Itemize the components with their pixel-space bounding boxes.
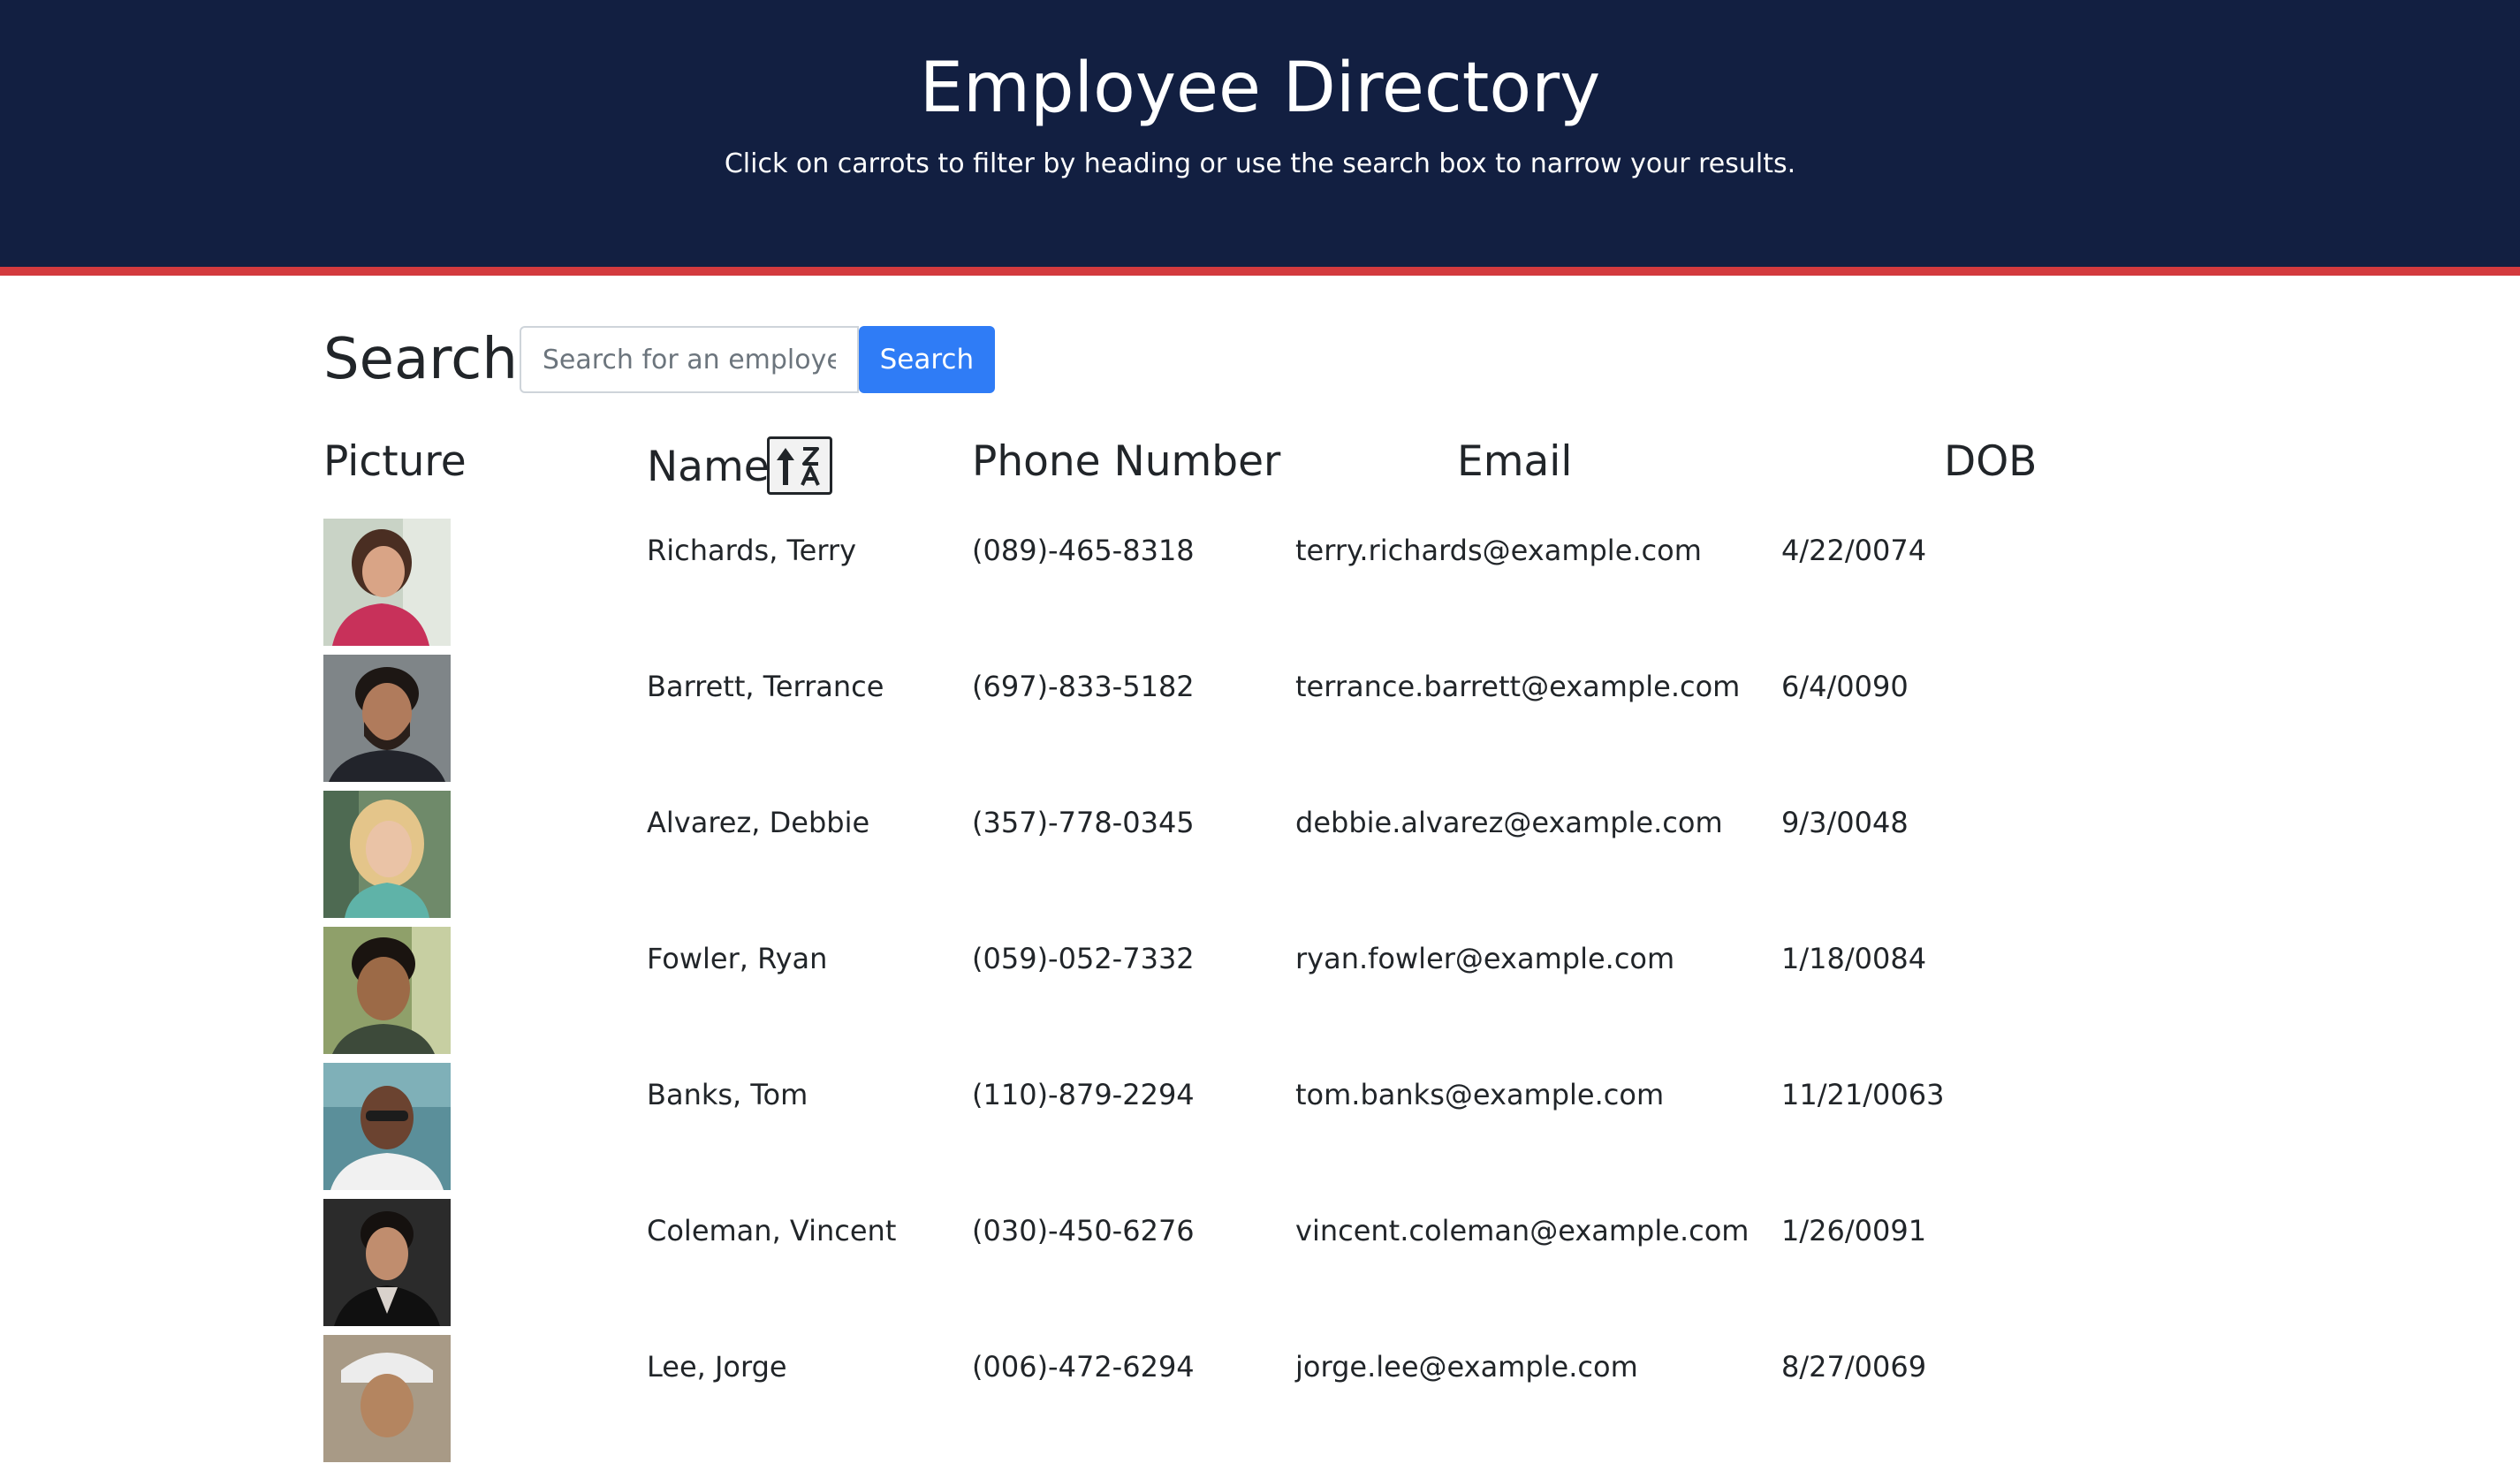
employee-phone: (059)-052-7332 [972,942,1195,975]
employee-name: Fowler, Ryan [647,942,828,975]
employee-phone: (697)-833-5182 [972,670,1195,703]
table-row: Lee, Jorge (006)-472-6294 jorge.lee@exam… [323,1335,2179,1471]
employee-dob: 6/4/0090 [1781,670,1909,703]
column-header-phone: Phone Number [972,437,1281,486]
employee-phone: (357)-778-0345 [972,806,1195,839]
avatar [323,655,451,782]
employee-phone: (030)-450-6276 [972,1214,1195,1247]
table-row: Richards, Terry (089)-465-8318 terry.ric… [323,519,2179,655]
employee-phone: (089)-465-8318 [972,534,1195,567]
employee-name: Alvarez, Debbie [647,806,870,839]
table-row: Coleman, Vincent (030)-450-6276 vincent.… [323,1199,2179,1335]
employee-email: terrance.barrett@example.com [1295,670,1741,703]
table-row: Banks, Tom (110)-879-2294 tom.banks@exam… [323,1063,2179,1199]
search-input[interactable] [519,326,859,393]
employee-name: Coleman, Vincent [647,1214,897,1247]
employee-phone: (110)-879-2294 [972,1078,1195,1111]
avatar [323,791,451,918]
avatar [323,519,451,646]
column-header-picture: Picture [323,437,467,486]
column-header-dob: DOB [1944,437,2038,486]
employee-name: Barrett, Terrance [647,670,884,703]
search-form: Search Search [323,325,995,394]
employee-email: vincent.coleman@example.com [1295,1214,1750,1247]
employee-name: Richards, Terry [647,534,857,567]
avatar [323,1335,451,1462]
avatar [323,1063,451,1190]
table-row: Barrett, Terrance (697)-833-5182 terranc… [323,655,2179,791]
page-title: Employee Directory [919,49,1601,128]
search-label: Search [323,327,518,392]
search-button[interactable]: Search [858,326,995,393]
employee-name: Banks, Tom [647,1078,808,1111]
employee-email: tom.banks@example.com [1295,1078,1665,1111]
employee-dob: 11/21/0063 [1781,1078,1945,1111]
employee-dob: 1/18/0084 [1781,942,1927,975]
employee-name: Lee, Jorge [647,1350,787,1384]
page-header: Employee Directory Click on carrots to f… [0,0,2520,276]
avatar [323,927,451,1054]
sort-alpha-up-icon [777,447,820,486]
employee-email: terry.richards@example.com [1295,534,1702,567]
avatar [323,1199,451,1326]
employee-email: debbie.alvarez@example.com [1295,806,1723,839]
column-header-name: Name [647,443,770,491]
employee-email: ryan.fowler@example.com [1295,942,1675,975]
employee-dob: 4/22/0074 [1781,534,1927,567]
sort-name-button[interactable] [767,436,832,495]
employee-email: jorge.lee@example.com [1295,1350,1638,1384]
employee-dob: 9/3/0048 [1781,806,1909,839]
employee-dob: 8/27/0069 [1781,1350,1927,1384]
page-subtitle: Click on carrots to filter by heading or… [724,148,1796,179]
employee-dob: 1/26/0091 [1781,1214,1927,1247]
column-header-email: Email [1457,437,1573,486]
employee-phone: (006)-472-6294 [972,1350,1195,1384]
table-row: Alvarez, Debbie (357)-778-0345 debbie.al… [323,791,2179,927]
table-row: Fowler, Ryan (059)-052-7332 ryan.fowler@… [323,927,2179,1063]
